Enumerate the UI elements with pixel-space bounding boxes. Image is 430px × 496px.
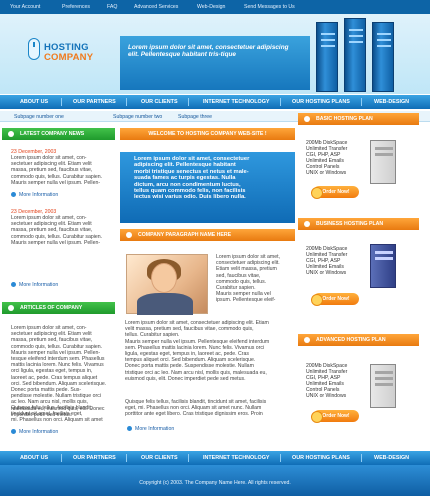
paragraph-header: COMPANY PARAGRAPH NAME HERE [120, 229, 295, 241]
link-preferences[interactable]: Preferences [62, 4, 90, 10]
feature-item: UNIX or Windows [306, 170, 347, 176]
more-info-label[interactable]: More Information [19, 429, 58, 435]
nav-our-clients[interactable]: OUR CLIENTS [141, 99, 178, 105]
subnav-item-three[interactable]: Subpage three [178, 114, 212, 120]
articles-text-2: Quisque felis tellus, facilisis blandit,… [11, 405, 103, 424]
server-tower-icon [370, 244, 396, 288]
welcome-text: Lorem ipsum dolor sit amet, consectetuer… [134, 156, 250, 201]
feature-item: UNIX or Windows [306, 270, 347, 276]
footer-nav-about-us[interactable]: ABOUT US [20, 455, 48, 461]
arrow-icon [11, 192, 16, 198]
business-plan-title: BUSINESS HOSTING PLAN [316, 221, 384, 227]
logo-line2[interactable]: COMPANY [44, 52, 93, 63]
nav-about-us[interactable]: ABOUT US [20, 99, 48, 105]
paragraph-side-text: Lorem ipsum dolor sit amet, consectetuer… [216, 254, 281, 304]
more-info-label[interactable]: More Information [19, 282, 58, 288]
copyright: Copyright (c) 2003. The Company Name Her… [139, 480, 291, 486]
paragraph-title: COMPANY PARAGRAPH NAME HERE [138, 232, 232, 238]
server-icon [344, 18, 366, 92]
articles-title: ARTICLES OF COMPANY [20, 305, 83, 311]
welcome-header: WELCOME TO HOSTING COMPANY WEB-SITE ! [120, 128, 295, 140]
link-faq[interactable]: FAQ [107, 4, 117, 10]
footer-nav: ABOUT US OUR PARTNERS OUR CLIENTS INTERN… [0, 451, 430, 465]
nav-internet-technology[interactable]: INTERNET TECHNOLOGY [203, 99, 270, 105]
news-text: Lorem ipsum dolor sit amet, con- sectetu… [11, 155, 103, 186]
more-info-link[interactable]: More Information [11, 192, 58, 198]
mouse-icon [28, 38, 40, 60]
arrow-icon [127, 426, 132, 432]
business-plan-features: 200Mb DiskSpace Unlimited Transfer CGI, … [306, 246, 347, 276]
basic-plan-header: BASIC HOSTING PLAN [298, 113, 419, 125]
header-tagline: Lorem ipsum dolor sit amet, consectetuer… [128, 44, 289, 58]
arrow-icon [11, 282, 16, 288]
nav-web-design[interactable]: WEB-DESIGN [374, 99, 409, 105]
more-info-label[interactable]: More Information [19, 192, 58, 198]
nav-our-partners[interactable]: OUR PARTNERS [73, 99, 116, 105]
server-tower-icon [370, 364, 396, 408]
advanced-plan-features: 200Mb DiskSpace Unlimited Transfer CGI, … [306, 363, 347, 399]
order-now-button[interactable]: Order Now! [311, 410, 359, 423]
paragraph-body-2: Quisque felis tellus, facilisis blandit,… [125, 399, 267, 418]
subnav-item-two[interactable]: Subpage number two [113, 114, 162, 120]
business-plan-header: BUSINESS HOSTING PLAN [298, 218, 419, 230]
news-title: LATEST COMPANY NEWS [20, 131, 85, 137]
paragraph-body: Lorem ipsum dolor sit amet, consectetuer… [125, 320, 270, 382]
server-tower-icon [370, 140, 396, 184]
server-icon [372, 22, 394, 92]
welcome-title: WELCOME TO HOSTING COMPANY WEB-SITE ! [148, 131, 267, 137]
arrow-icon [11, 429, 16, 435]
subnav-item-one[interactable]: Subpage number one [14, 114, 64, 120]
link-your-account[interactable]: Your Account [10, 4, 40, 10]
news-header: LATEST COMPANY NEWS [2, 128, 115, 140]
more-info-label[interactable]: More Information [135, 426, 174, 432]
order-now-button[interactable]: Order Now! [311, 186, 359, 199]
advanced-plan-header: ADVANCED HOSTING PLAN [298, 334, 419, 346]
news-text: Lorem ipsum dolor sit amet, con- sectetu… [11, 215, 103, 246]
welcome-box: Lorem ipsum dolor sit amet, consectetuer… [120, 152, 295, 223]
main-nav: ABOUT US OUR PARTNERS OUR CLIENTS INTERN… [0, 95, 430, 109]
footer-nav-our-clients[interactable]: OUR CLIENTS [141, 455, 178, 461]
link-send-messages[interactable]: Send Messages to Us [244, 4, 295, 10]
order-now-button[interactable]: Order Now! [311, 293, 359, 306]
more-info-link[interactable]: More Information [11, 282, 58, 288]
advanced-plan-title: ADVANCED HOSTING PLAN [316, 337, 386, 343]
nav-our-hosting-plans[interactable]: OUR HOSTING PLANS [292, 99, 350, 105]
woman-photo [126, 254, 208, 315]
articles-header: ARTICLES OF COMPANY [2, 302, 115, 314]
footer-nav-web-design[interactable]: WEB-DESIGN [374, 455, 409, 461]
feature-item: UNIX or Windows [306, 393, 347, 399]
server-icon [316, 22, 338, 92]
top-links-bar: Your Account Preferences FAQ Advanced Se… [0, 0, 430, 14]
more-info-link[interactable]: More Information [11, 429, 58, 435]
link-advanced-services[interactable]: Advanced Services [134, 4, 178, 10]
footer-nav-our-partners[interactable]: OUR PARTNERS [73, 455, 116, 461]
footer-nav-our-hosting-plans[interactable]: OUR HOSTING PLANS [292, 455, 350, 461]
basic-plan-features: 200Mb DiskSpace Unlimited Transfer CGI, … [306, 140, 347, 176]
footer-nav-internet-technology[interactable]: INTERNET TECHNOLOGY [203, 455, 270, 461]
more-info-link[interactable]: More Information [127, 426, 174, 432]
header-banner: HOSTING COMPANY Lorem ipsum dolor sit am… [0, 14, 430, 94]
basic-plan-title: BASIC HOSTING PLAN [316, 116, 373, 122]
link-web-design[interactable]: Web-Design [197, 4, 225, 10]
